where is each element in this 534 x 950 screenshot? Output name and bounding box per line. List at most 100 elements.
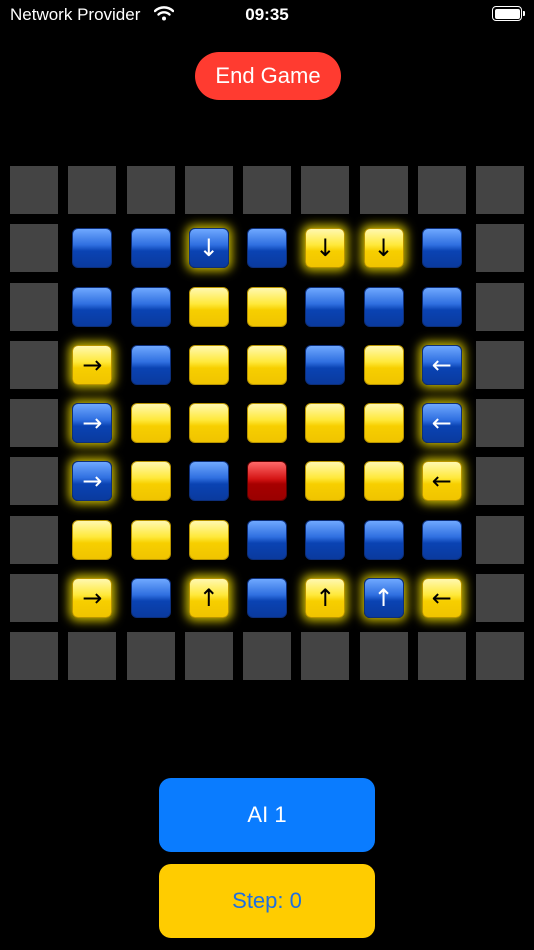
yellow-piece[interactable] bbox=[188, 403, 229, 443]
board-cell[interactable] bbox=[68, 224, 116, 272]
yellow-piece[interactable]: → bbox=[72, 344, 113, 385]
board-cell[interactable] bbox=[127, 283, 175, 331]
board-cell[interactable] bbox=[127, 224, 175, 272]
blue-piece[interactable] bbox=[247, 519, 287, 560]
board-cell[interactable] bbox=[185, 457, 233, 505]
blue-piece[interactable]: → bbox=[72, 403, 113, 443]
board-cell[interactable]: ← bbox=[418, 457, 466, 505]
board-cell[interactable] bbox=[360, 516, 408, 564]
blue-piece[interactable]: ← bbox=[421, 344, 462, 385]
board-cell[interactable]: → bbox=[68, 574, 116, 622]
board-cell[interactable] bbox=[185, 283, 233, 331]
red-piece[interactable] bbox=[247, 461, 287, 502]
board-cell[interactable]: ↑ bbox=[185, 574, 233, 622]
board-cell[interactable] bbox=[185, 341, 233, 389]
yellow-piece[interactable] bbox=[188, 344, 229, 385]
board-cell[interactable] bbox=[301, 399, 349, 447]
board-cell[interactable]: ↓ bbox=[185, 224, 233, 272]
blue-piece[interactable] bbox=[130, 577, 171, 618]
blue-piece[interactable] bbox=[305, 344, 346, 385]
board-cell[interactable] bbox=[127, 457, 175, 505]
board-cell[interactable]: ← bbox=[418, 574, 466, 622]
board-cell[interactable]: → bbox=[68, 457, 116, 505]
blue-piece[interactable] bbox=[363, 519, 404, 560]
board-cell[interactable] bbox=[68, 516, 116, 564]
board-cell[interactable]: ↑ bbox=[301, 574, 349, 622]
blue-piece[interactable] bbox=[247, 577, 287, 618]
yellow-piece[interactable] bbox=[247, 344, 287, 385]
ai-button[interactable]: AI 1 bbox=[159, 778, 375, 852]
board-cell[interactable]: ← bbox=[418, 341, 466, 389]
yellow-piece[interactable] bbox=[130, 461, 171, 502]
yellow-piece[interactable]: ← bbox=[421, 577, 462, 618]
yellow-piece[interactable] bbox=[247, 286, 287, 327]
yellow-piece[interactable] bbox=[305, 403, 346, 443]
board-cell[interactable]: → bbox=[68, 399, 116, 447]
board-cell[interactable] bbox=[418, 516, 466, 564]
board-cell[interactable] bbox=[243, 399, 291, 447]
board-cell[interactable] bbox=[301, 341, 349, 389]
yellow-piece[interactable] bbox=[363, 461, 404, 502]
yellow-piece[interactable] bbox=[188, 286, 229, 327]
blue-piece[interactable]: → bbox=[72, 461, 113, 502]
yellow-piece[interactable] bbox=[247, 403, 287, 443]
blue-piece[interactable] bbox=[247, 228, 287, 269]
blue-piece[interactable] bbox=[130, 286, 171, 327]
board-cell[interactable] bbox=[243, 516, 291, 564]
board-cell[interactable] bbox=[185, 516, 233, 564]
blue-piece[interactable] bbox=[72, 286, 113, 327]
board-cell[interactable] bbox=[418, 283, 466, 331]
blue-piece[interactable]: ← bbox=[421, 403, 462, 443]
board-cell[interactable] bbox=[243, 283, 291, 331]
blue-piece[interactable] bbox=[130, 228, 171, 269]
board-cell[interactable] bbox=[243, 574, 291, 622]
board-cell[interactable]: → bbox=[68, 341, 116, 389]
blue-piece[interactable] bbox=[421, 228, 462, 269]
step-button[interactable]: Step: 0 bbox=[159, 864, 375, 938]
board-cell[interactable]: ↓ bbox=[301, 224, 349, 272]
blue-piece[interactable]: ↓ bbox=[188, 228, 229, 269]
yellow-piece[interactable] bbox=[130, 519, 171, 560]
board-cell[interactable] bbox=[360, 457, 408, 505]
board-cell[interactable] bbox=[418, 224, 466, 272]
blue-piece[interactable] bbox=[305, 286, 346, 327]
board-cell[interactable] bbox=[127, 399, 175, 447]
board-cell[interactable] bbox=[360, 399, 408, 447]
blue-piece[interactable] bbox=[363, 286, 404, 327]
board-cell[interactable] bbox=[301, 283, 349, 331]
blue-piece[interactable] bbox=[130, 344, 171, 385]
board-cell[interactable] bbox=[68, 283, 116, 331]
board-cell[interactable] bbox=[301, 457, 349, 505]
end-game-button[interactable]: End Game bbox=[195, 52, 341, 100]
yellow-piece[interactable] bbox=[72, 519, 113, 560]
yellow-piece[interactable] bbox=[188, 519, 229, 560]
blue-piece[interactable] bbox=[421, 286, 462, 327]
yellow-piece[interactable]: ↓ bbox=[363, 228, 404, 269]
board-cell[interactable] bbox=[127, 516, 175, 564]
yellow-piece[interactable] bbox=[363, 403, 404, 443]
yellow-piece[interactable]: ↑ bbox=[188, 577, 229, 618]
blue-piece[interactable] bbox=[72, 228, 113, 269]
board-cell[interactable]: ↓ bbox=[360, 224, 408, 272]
yellow-piece[interactable] bbox=[305, 461, 346, 502]
board-cell[interactable] bbox=[301, 516, 349, 564]
blue-piece[interactable] bbox=[421, 519, 462, 560]
yellow-piece[interactable] bbox=[363, 344, 404, 385]
blue-piece[interactable] bbox=[305, 519, 346, 560]
board-cell[interactable] bbox=[243, 224, 291, 272]
board-cell[interactable] bbox=[127, 341, 175, 389]
board-cell[interactable] bbox=[127, 574, 175, 622]
board-cell[interactable] bbox=[185, 399, 233, 447]
board-cell[interactable]: ↑ bbox=[360, 574, 408, 622]
board-cell[interactable] bbox=[360, 283, 408, 331]
board-cell[interactable] bbox=[360, 341, 408, 389]
board-cell[interactable] bbox=[243, 457, 291, 505]
yellow-piece[interactable]: ← bbox=[421, 461, 462, 502]
blue-piece[interactable]: ↑ bbox=[363, 577, 404, 618]
yellow-piece[interactable]: ↓ bbox=[305, 228, 346, 269]
board-cell[interactable]: ← bbox=[418, 399, 466, 447]
blue-piece[interactable] bbox=[188, 461, 229, 502]
yellow-piece[interactable]: → bbox=[72, 577, 113, 618]
yellow-piece[interactable]: ↑ bbox=[305, 577, 346, 618]
yellow-piece[interactable] bbox=[130, 403, 171, 443]
